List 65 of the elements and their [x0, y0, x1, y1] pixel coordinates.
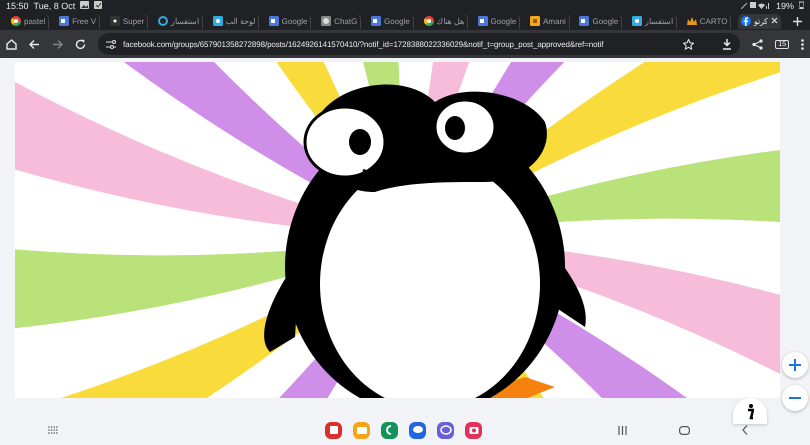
browser-tab[interactable]: Super — [106, 14, 148, 28]
apps-grid-icon[interactable] — [48, 426, 58, 434]
app-icon[interactable] — [381, 422, 398, 438]
app-glyph-icon — [438, 423, 452, 437]
close-icon[interactable] — [771, 17, 778, 24]
back-nav-icon[interactable] — [742, 425, 748, 435]
browser-tab[interactable]: Free V — [56, 14, 100, 28]
browser-tab[interactable]: هل هناك — [420, 14, 468, 28]
browser-tab[interactable]: استفسار — [629, 14, 678, 28]
info-icon — [746, 404, 754, 420]
browser-tab[interactable]: استفسار — [154, 14, 203, 28]
menu-icon[interactable] — [801, 38, 804, 50]
favicon-icon — [686, 16, 697, 26]
status-date: Tue, 8 Oct — [34, 1, 76, 11]
info-button[interactable] — [733, 398, 767, 424]
favicon-icon — [371, 16, 382, 26]
favicon-icon — [424, 16, 434, 26]
reload-icon[interactable] — [75, 38, 86, 50]
home-icon[interactable] — [6, 38, 17, 50]
favicon-icon — [321, 16, 332, 26]
browser-tab[interactable]: لوحة الب — [210, 14, 259, 28]
browser-tab[interactable]: Google — [368, 14, 414, 28]
forward-icon — [52, 38, 63, 50]
favicon-icon — [158, 16, 168, 26]
favicon-icon — [632, 16, 642, 26]
share-icon[interactable] — [752, 38, 764, 50]
download-icon[interactable] — [722, 38, 732, 50]
favicon-icon — [110, 16, 120, 26]
browser-tab[interactable]: كرتو — [738, 14, 782, 28]
home-button-icon[interactable] — [679, 426, 690, 434]
browser-tab[interactable]: ChatG — [318, 14, 362, 28]
browser-tab[interactable]: CARTO — [684, 14, 732, 28]
favicon-icon — [11, 16, 21, 26]
app-icon[interactable] — [437, 422, 454, 438]
battery-icon — [799, 1, 804, 9]
minus-icon — [789, 397, 801, 399]
zoom-out-button[interactable] — [782, 385, 808, 411]
new-tab-icon[interactable] — [793, 16, 802, 26]
app-icon[interactable] — [325, 422, 342, 438]
back-icon[interactable] — [29, 38, 40, 50]
site-settings-icon — [106, 40, 116, 48]
plus-icon — [789, 359, 801, 371]
browser-tab[interactable]: Google — [266, 14, 312, 28]
browser-tab[interactable]: Google — [576, 14, 622, 28]
favicon-icon — [478, 16, 488, 26]
favicon-icon — [212, 16, 223, 26]
favicon-icon — [530, 16, 540, 26]
recents-icon[interactable] — [618, 426, 627, 434]
address-bar[interactable]: facebook.com/groups/657901358272898/posts/1624926141570410/?notif_id=1728388022336029&notif_t=group_post_approved&ref=notif — [98, 33, 740, 55]
status-time: 15:50 — [6, 1, 29, 11]
signal-icon — [740, 1, 771, 9]
checkbox-icon — [94, 1, 102, 9]
browser-tab[interactable]: Google — [474, 14, 520, 28]
favicon-icon — [59, 16, 70, 26]
app-icon[interactable] — [409, 422, 426, 438]
app-icon[interactable] — [465, 422, 482, 438]
facebook-icon — [741, 16, 752, 26]
battery-level: 19% — [776, 1, 794, 11]
browser-tab[interactable]: pastel — [8, 14, 50, 28]
favicon-icon — [579, 16, 590, 26]
browser-tab[interactable]: Amani — [527, 14, 570, 28]
gallery-icon — [80, 1, 90, 9]
zoom-in-button[interactable] — [782, 352, 808, 378]
star-icon[interactable] — [683, 38, 694, 50]
favicon-icon — [268, 16, 279, 26]
